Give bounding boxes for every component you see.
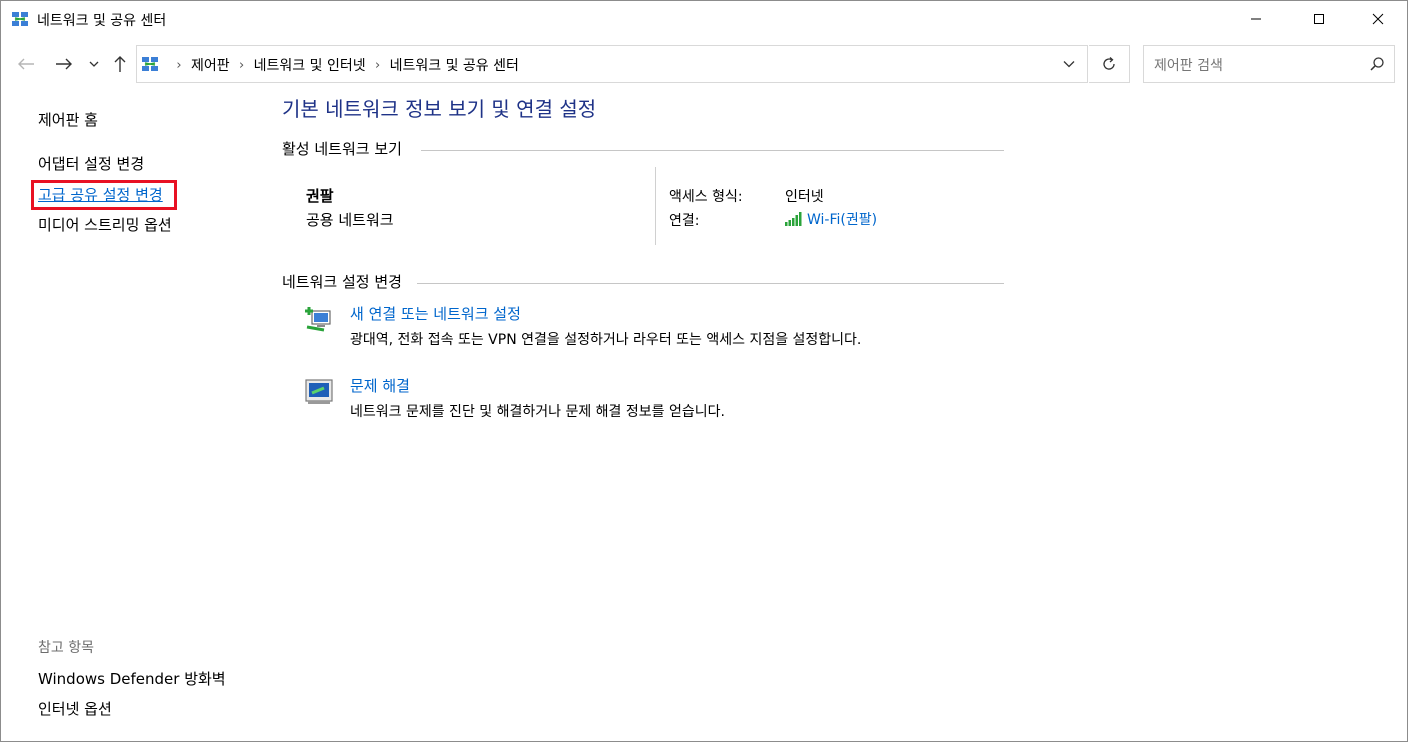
window-title: 네트워크 및 공유 센터 xyxy=(37,13,167,29)
search-box[interactable]: 제어판 검색 xyxy=(1143,45,1395,83)
back-button[interactable] xyxy=(15,53,37,75)
maximize-button[interactable] xyxy=(1296,1,1342,37)
network-sharing-center-window: 네트워크 및 공유 센터 › 제어판 › 네트워크 및 인터넷 › 네트워크 및… xyxy=(0,0,1408,742)
refresh-button[interactable] xyxy=(1089,45,1130,83)
new-connection-description: 광대역, 전화 접속 또는 VPN 연결을 설정하거나 라우터 또는 액세스 지… xyxy=(350,332,862,348)
section-divider xyxy=(417,283,1004,284)
minimize-button[interactable] xyxy=(1233,1,1279,37)
forward-button[interactable] xyxy=(53,53,75,75)
breadcrumb-separator-icon[interactable]: › xyxy=(372,58,384,73)
connection-label: 연결: xyxy=(669,213,700,229)
section-divider xyxy=(421,150,1004,151)
maximize-icon xyxy=(1314,14,1324,24)
close-icon xyxy=(1372,13,1384,25)
access-type-label: 액세스 형식: xyxy=(669,189,743,205)
up-button[interactable] xyxy=(109,53,131,75)
troubleshoot-link[interactable]: 문제 해결 xyxy=(350,375,410,396)
wifi-connection-label[interactable]: Wi-Fi(권팔) xyxy=(807,209,877,229)
navigation-bar: › 제어판 › 네트워크 및 인터넷 › 네트워크 및 공유 센터 제어판 검색 xyxy=(1,41,1407,85)
breadcrumb-item-network-internet[interactable]: 네트워크 및 인터넷 xyxy=(254,55,366,75)
control-panel-home-link[interactable]: 제어판 홈 xyxy=(38,109,98,130)
address-dropdown-button[interactable] xyxy=(1059,54,1079,74)
troubleshoot-description: 네트워크 문제를 진단 및 해결하거나 문제 해결 정보를 얻습니다. xyxy=(350,404,725,420)
wifi-signal-icon xyxy=(785,212,802,226)
troubleshoot-icon xyxy=(305,379,333,404)
task-troubleshoot: 문제 해결 네트워크 문제를 진단 및 해결하거나 문제 해결 정보를 얻습니다… xyxy=(304,377,1004,425)
task-new-connection: 새 연결 또는 네트워크 설정 광대역, 전화 접속 또는 VPN 연결을 설정… xyxy=(304,305,1004,353)
search-input[interactable]: 제어판 검색 xyxy=(1154,55,1223,75)
main-content: 기본 네트워크 정보 보기 및 연결 설정 활성 네트워크 보기 권팔 공용 네… xyxy=(271,85,1401,741)
breadcrumb-separator-icon[interactable]: › xyxy=(236,58,248,73)
recent-locations-button[interactable] xyxy=(85,53,103,75)
connection-value: Wi-Fi(권팔) xyxy=(785,209,877,230)
refresh-icon xyxy=(1103,57,1115,70)
wifi-connection-link[interactable]: Wi-Fi(권팔) xyxy=(785,209,877,229)
vertical-divider xyxy=(655,167,656,245)
network-app-icon xyxy=(12,12,28,26)
left-sidebar: 제어판 홈 어댑터 설정 변경 고급 공유 설정 변경 미디어 스트리밍 옵션 … xyxy=(1,85,251,741)
chevron-down-icon xyxy=(1063,61,1075,68)
breadcrumb-item-network-sharing-center[interactable]: 네트워크 및 공유 센터 xyxy=(390,55,519,75)
new-connection-link[interactable]: 새 연결 또는 네트워크 설정 xyxy=(350,303,521,324)
back-arrow-icon xyxy=(18,58,34,70)
address-bar[interactable]: › 제어판 › 네트워크 및 인터넷 › 네트워크 및 공유 센터 xyxy=(136,45,1088,83)
change-settings-heading: 네트워크 설정 변경 xyxy=(282,273,402,291)
search-icon[interactable] xyxy=(1368,55,1386,73)
network-location-icon xyxy=(142,57,158,71)
network-name: 권팔 xyxy=(306,187,334,205)
minimize-icon xyxy=(1251,18,1261,20)
network-category-link[interactable]: 공용 네트워크 xyxy=(306,209,394,230)
see-also-heading: 참고 항목 xyxy=(38,640,94,656)
breadcrumb: › 제어판 › 네트워크 및 인터넷 › 네트워크 및 공유 센터 xyxy=(167,55,519,75)
new-connection-icon xyxy=(305,307,331,332)
breadcrumb-separator-icon[interactable]: › xyxy=(173,58,185,73)
defender-firewall-link[interactable]: Windows Defender 방화벽 xyxy=(38,668,226,689)
breadcrumb-item-control-panel[interactable]: 제어판 xyxy=(191,55,230,75)
close-button[interactable] xyxy=(1355,1,1401,37)
up-arrow-icon xyxy=(114,56,126,72)
access-type-value: 인터넷 xyxy=(785,189,824,205)
forward-arrow-icon xyxy=(56,58,72,70)
title-bar[interactable]: 네트워크 및 공유 센터 xyxy=(1,1,1407,39)
change-adapter-settings-link[interactable]: 어댑터 설정 변경 xyxy=(38,153,144,174)
internet-options-link[interactable]: 인터넷 옵션 xyxy=(38,698,112,719)
chevron-down-icon xyxy=(89,61,99,67)
active-networks-heading: 활성 네트워크 보기 xyxy=(282,140,402,158)
media-streaming-options-link[interactable]: 미디어 스트리밍 옵션 xyxy=(38,214,172,235)
advanced-sharing-settings-link[interactable]: 고급 공유 설정 변경 xyxy=(38,184,163,205)
page-title: 기본 네트워크 정보 보기 및 연결 설정 xyxy=(282,97,597,121)
